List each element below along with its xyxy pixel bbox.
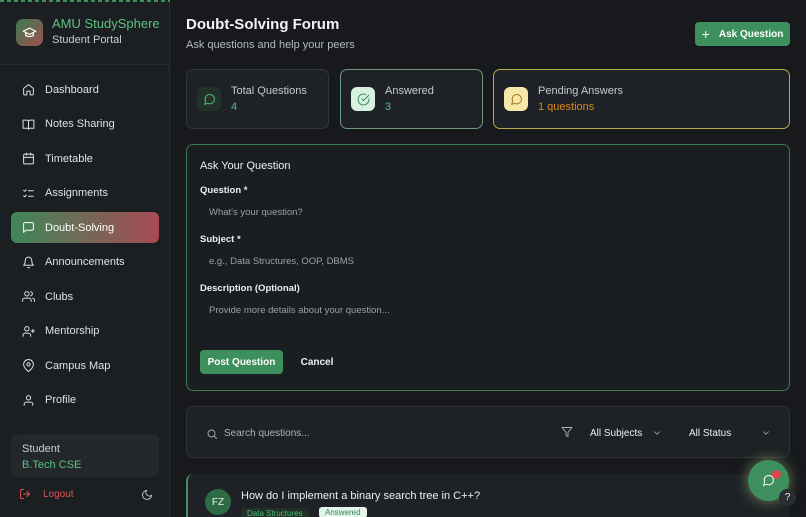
sidebar-item-label: Campus Map (45, 359, 111, 372)
chat-icon (23, 222, 34, 233)
search-icon (206, 427, 218, 439)
sidebar-item-notes-sharing[interactable]: Notes Sharing (11, 109, 159, 140)
question-label: Question * (200, 185, 248, 196)
sidebar-item-label: Announcements (45, 256, 125, 268)
stat-value: 3 (385, 100, 392, 113)
brand[interactable]: AMU StudySphere Student Portal (16, 16, 160, 48)
status-filter-select[interactable]: All Status (689, 421, 771, 445)
notification-dot (772, 470, 781, 479)
stat-label: Pending Answers (538, 84, 623, 97)
sidebar-item-mentorship[interactable]: Mentorship (11, 316, 159, 347)
stat-value: 4 (231, 100, 238, 113)
ask-question-button[interactable]: + Ask Question (695, 22, 790, 46)
brand-title: AMU StudySphere (52, 16, 160, 31)
user-program: B.Tech CSE (22, 459, 82, 471)
logout-icon (20, 489, 30, 499)
stat-card-answered: Answered 3 (340, 69, 483, 129)
ask-question-label: Ask Question (718, 28, 784, 40)
sidebar: AMU StudySphere Student Portal Dashboard… (0, 0, 170, 517)
logout-button[interactable]: Logout (19, 488, 74, 500)
filter-bar: All Subjects All Status (186, 406, 790, 458)
description-input[interactable] (200, 298, 776, 322)
users-icon (22, 291, 35, 302)
subject-filter-value: All Subjects (590, 427, 643, 439)
post-question-button[interactable]: Post Question (200, 350, 283, 374)
question-card[interactable]: FZ How do I implement a binary search tr… (186, 474, 790, 517)
sidebar-item-label: Profile (45, 394, 77, 406)
calendar-icon (23, 152, 34, 165)
user-plus-icon (22, 325, 35, 337)
stat-label: Answered (385, 84, 434, 97)
status-filter-value: All Status (689, 427, 732, 439)
cancel-button[interactable]: Cancel (297, 350, 337, 374)
question-input[interactable] (200, 200, 776, 224)
sidebar-item-dashboard[interactable]: Dashboard (11, 74, 159, 105)
plus-icon: + (701, 26, 710, 42)
chevron-down-icon (652, 428, 662, 438)
chat-icon (197, 87, 221, 111)
subject-input[interactable] (200, 249, 776, 273)
subject-tag: Data Structures (241, 508, 309, 517)
map-pin-icon (23, 359, 34, 372)
ask-question-form: Ask Your Question Question * Subject * D… (186, 144, 790, 391)
question-title: How do I implement a binary search tree … (241, 490, 481, 502)
help-button[interactable]: ? (779, 489, 796, 506)
stat-label: Total Questions (231, 84, 307, 97)
stat-card-pending: Pending Answers 1 questions (493, 69, 790, 129)
page-subtitle: Ask questions and help your peers (186, 39, 355, 51)
sidebar-item-doubt-solving[interactable]: Doubt-Solving (11, 212, 159, 243)
sidebar-item-label: Assignments (45, 187, 108, 199)
chevron-down-icon (761, 428, 771, 438)
chat-icon (504, 87, 528, 111)
moon-icon (142, 489, 153, 500)
stat-card-total: Total Questions 4 (186, 69, 329, 129)
check-circle-icon (351, 87, 375, 111)
sidebar-item-label: Dashboard (45, 83, 99, 96)
sidebar-divider (0, 64, 170, 65)
user-card: Student B.Tech CSE (11, 434, 159, 477)
subject-label: Subject * (200, 234, 241, 245)
sidebar-item-label: Timetable (45, 152, 93, 165)
sidebar-item-label: Notes Sharing (45, 118, 115, 130)
sidebar-item-label: Clubs (45, 290, 74, 303)
checklist-icon (23, 188, 34, 197)
bell-icon (23, 256, 34, 268)
book-icon (22, 119, 35, 130)
subject-filter-select[interactable]: All Subjects (590, 421, 662, 445)
home-icon (23, 84, 34, 96)
sidebar-item-label: Doubt-Solving (45, 221, 115, 234)
sidebar-item-profile[interactable]: Profile (11, 385, 159, 416)
stat-value: 1 questions (538, 100, 595, 113)
user-role: Student (22, 443, 60, 455)
avatar: FZ (205, 489, 231, 515)
search-input[interactable] (224, 421, 524, 445)
page-title: Doubt-Solving Forum (186, 16, 340, 33)
brand-subtitle: Student Portal (52, 34, 122, 46)
sidebar-item-label: Mentorship (45, 325, 100, 337)
filter-icon (561, 425, 573, 437)
sidebar-item-timetable[interactable]: Timetable (11, 143, 159, 174)
sidebar-item-assignments[interactable]: Assignments (11, 178, 159, 209)
description-label: Description (Optional) (200, 283, 300, 294)
sidebar-item-announcements[interactable]: Announcements (11, 247, 159, 278)
graduation-cap-icon (16, 18, 43, 46)
sidebar-top-border (0, 0, 170, 2)
sidebar-item-clubs[interactable]: Clubs (11, 281, 159, 312)
sidebar-item-campus-map[interactable]: Campus Map (11, 350, 159, 381)
form-heading: Ask Your Question (200, 160, 291, 172)
user-icon (23, 394, 34, 406)
logout-label: Logout (43, 488, 74, 500)
status-badge: Answered (319, 507, 367, 517)
sidebar-nav: Dashboard Notes Sharing Timetable Assign… (11, 74, 159, 419)
theme-toggle-button[interactable] (141, 488, 154, 501)
